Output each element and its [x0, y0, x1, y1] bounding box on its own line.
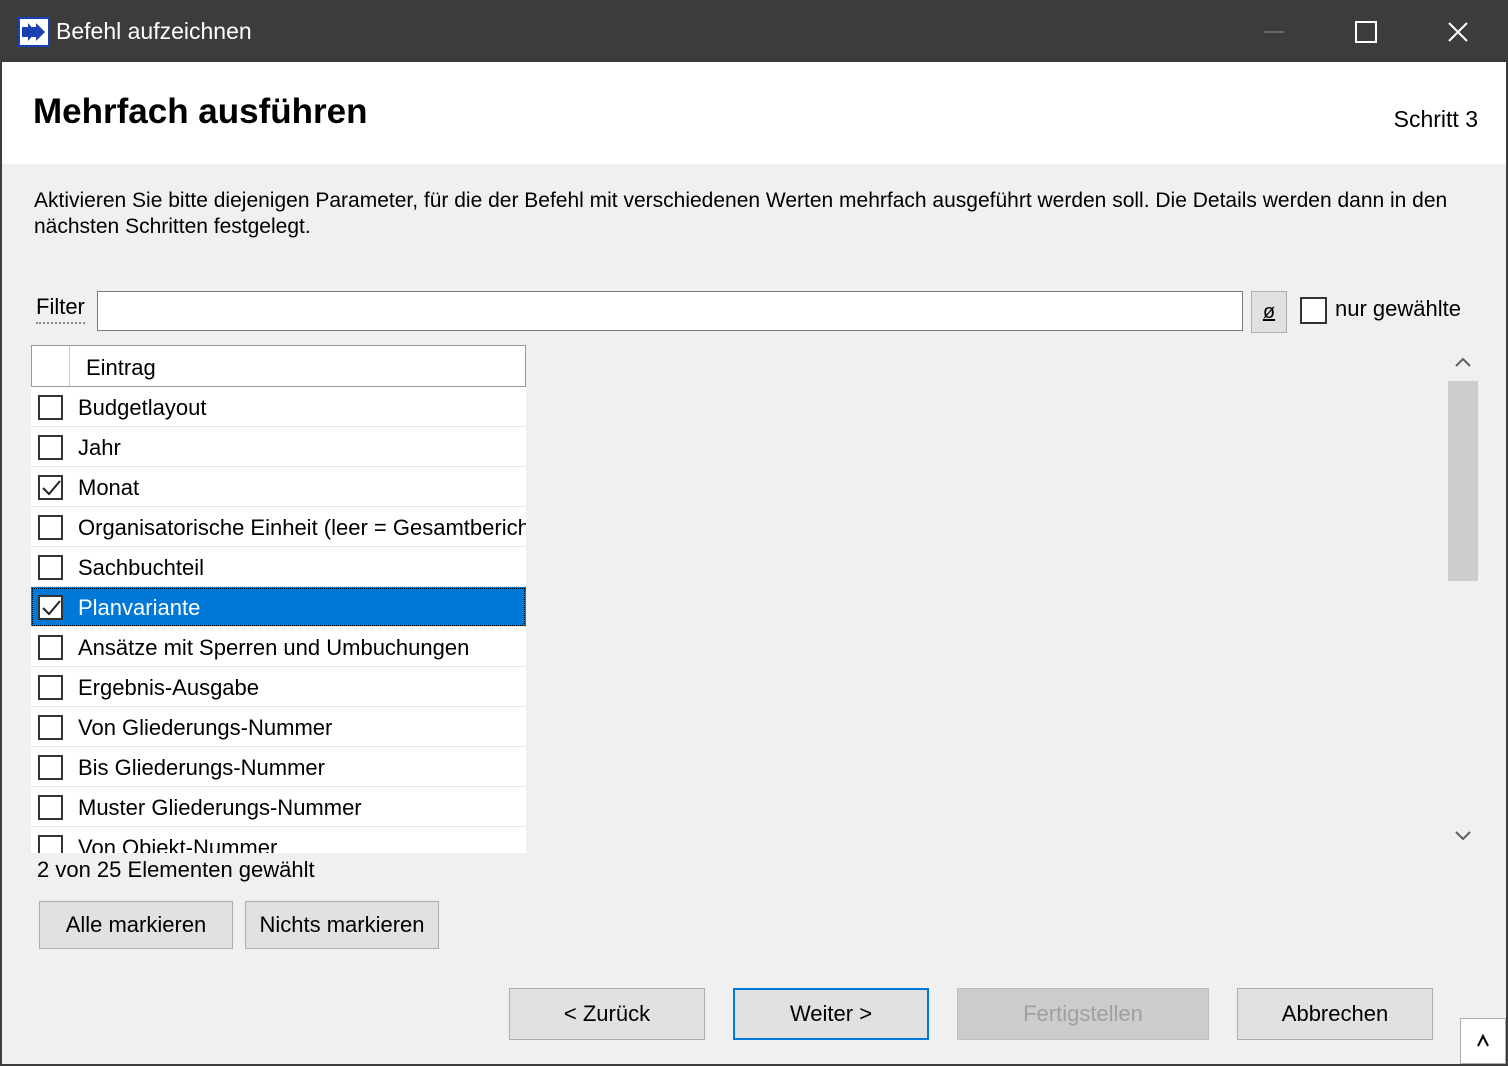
- row-checkbox[interactable]: [38, 475, 63, 500]
- row-checkbox[interactable]: [38, 515, 63, 540]
- column-header-entry[interactable]: Eintrag: [86, 355, 156, 381]
- row-checkbox[interactable]: [38, 755, 63, 780]
- close-icon: [1448, 22, 1468, 42]
- description-text: Aktivieren Sie bitte diejenigen Paramete…: [34, 189, 1448, 238]
- back-button[interactable]: < Zurück: [509, 988, 705, 1040]
- list-item[interactable]: Ergebnis-Ausgabe: [31, 667, 526, 707]
- row-checkbox[interactable]: [38, 555, 63, 580]
- wizard-header: Mehrfach ausführen Schritt 3: [2, 62, 1506, 164]
- step-label: Schritt 3: [1393, 106, 1478, 132]
- parameter-list[interactable]: Eintrag Budgetlayout Jahr Monat Organisator…: [31, 345, 526, 853]
- row-checkbox[interactable]: [38, 675, 63, 700]
- list-rows: Budgetlayout Jahr Monat Organisatorische Ei…: [31, 387, 526, 853]
- checkmark-icon: [42, 600, 61, 616]
- filter-label: Filter: [36, 294, 85, 324]
- row-label: Bis Gliederungs-Nummer: [78, 755, 325, 780]
- page-title: Mehrfach ausführen: [33, 92, 368, 131]
- row-label: Organisatorische Einheit (leer = Gesamtb…: [78, 515, 526, 540]
- row-checkbox[interactable]: [38, 715, 63, 740]
- filter-input[interactable]: [97, 291, 1243, 331]
- only-selected-label[interactable]: nur gewählte: [1335, 296, 1461, 322]
- row-label: Jahr: [78, 435, 121, 460]
- title-bar[interactable]: Befehl aufzeichnen: [2, 2, 1506, 62]
- list-item[interactable]: Sachbuchteil: [31, 547, 526, 587]
- chevron-down-icon: [1455, 831, 1471, 841]
- row-label: Von Gliederungs-Nummer: [78, 715, 333, 740]
- minimize-button[interactable]: [1228, 2, 1320, 62]
- next-button[interactable]: Weiter >: [733, 988, 929, 1040]
- list-item[interactable]: Planvariante: [31, 587, 526, 627]
- only-selected-checkbox[interactable]: [1300, 297, 1327, 324]
- close-button[interactable]: [1412, 2, 1504, 62]
- row-label: Ansätze mit Sperren und Umbuchungen: [78, 635, 470, 660]
- select-all-button[interactable]: Alle markieren: [39, 901, 233, 949]
- row-checkbox[interactable]: [38, 595, 63, 620]
- selection-count: 2 von 25 Elementen gewählt: [37, 857, 315, 882]
- checkmark-icon: [42, 480, 61, 496]
- row-label: Von Objekt-Nummer: [78, 835, 278, 853]
- header-check-column[interactable]: [32, 346, 70, 386]
- row-label: Monat: [78, 475, 140, 500]
- list-item[interactable]: Muster Gliederungs-Nummer: [31, 787, 526, 827]
- row-checkbox[interactable]: [38, 635, 63, 660]
- clear-filter-button[interactable]: ø: [1251, 291, 1287, 333]
- list-item[interactable]: Von Gliederungs-Nummer: [31, 707, 526, 747]
- minimize-icon: [1264, 31, 1284, 33]
- maximize-button[interactable]: [1320, 2, 1412, 62]
- cancel-button[interactable]: Abbrechen: [1237, 988, 1433, 1040]
- list-item[interactable]: Jahr: [31, 427, 526, 467]
- scroll-down-button[interactable]: [1446, 819, 1480, 853]
- row-checkbox[interactable]: [38, 795, 63, 820]
- scroll-up-button[interactable]: [1446, 345, 1480, 379]
- dialog-window: Befehl aufzeichnen Mehrfach ausführen Sc…: [0, 0, 1508, 1066]
- row-checkbox[interactable]: [38, 395, 63, 420]
- list-item[interactable]: Bis Gliederungs-Nummer: [31, 747, 526, 787]
- list-header: Eintrag: [31, 345, 526, 387]
- row-checkbox[interactable]: [38, 435, 63, 460]
- list-item[interactable]: Ansätze mit Sperren und Umbuchungen: [31, 627, 526, 667]
- list-item[interactable]: Organisatorische Einheit (leer = Gesamtb…: [31, 507, 526, 547]
- window-title: Befehl aufzeichnen: [56, 18, 252, 44]
- row-label: Planvariante: [78, 595, 201, 620]
- row-label: Ergebnis-Ausgabe: [78, 675, 260, 700]
- scroll-thumb[interactable]: [1448, 381, 1478, 581]
- list-item[interactable]: Monat: [31, 467, 526, 507]
- row-label: Muster Gliederungs-Nummer: [78, 795, 362, 820]
- resize-grip-icon: [1477, 1033, 1489, 1047]
- row-checkbox[interactable]: [38, 835, 63, 853]
- vertical-scrollbar[interactable]: [1446, 345, 1480, 853]
- help-button[interactable]: [1460, 1018, 1506, 1064]
- select-none-button[interactable]: Nichts markieren: [245, 901, 439, 949]
- row-label: Sachbuchteil: [78, 555, 204, 580]
- row-label: Budgetlayout: [78, 395, 207, 420]
- maximize-icon: [1355, 21, 1377, 43]
- finish-button: Fertigstellen: [957, 988, 1209, 1040]
- app-arrow-icon: [18, 17, 50, 47]
- chevron-up-icon: [1455, 357, 1471, 367]
- list-item[interactable]: Von Objekt-Nummer: [31, 827, 526, 853]
- list-item[interactable]: Budgetlayout: [31, 387, 526, 427]
